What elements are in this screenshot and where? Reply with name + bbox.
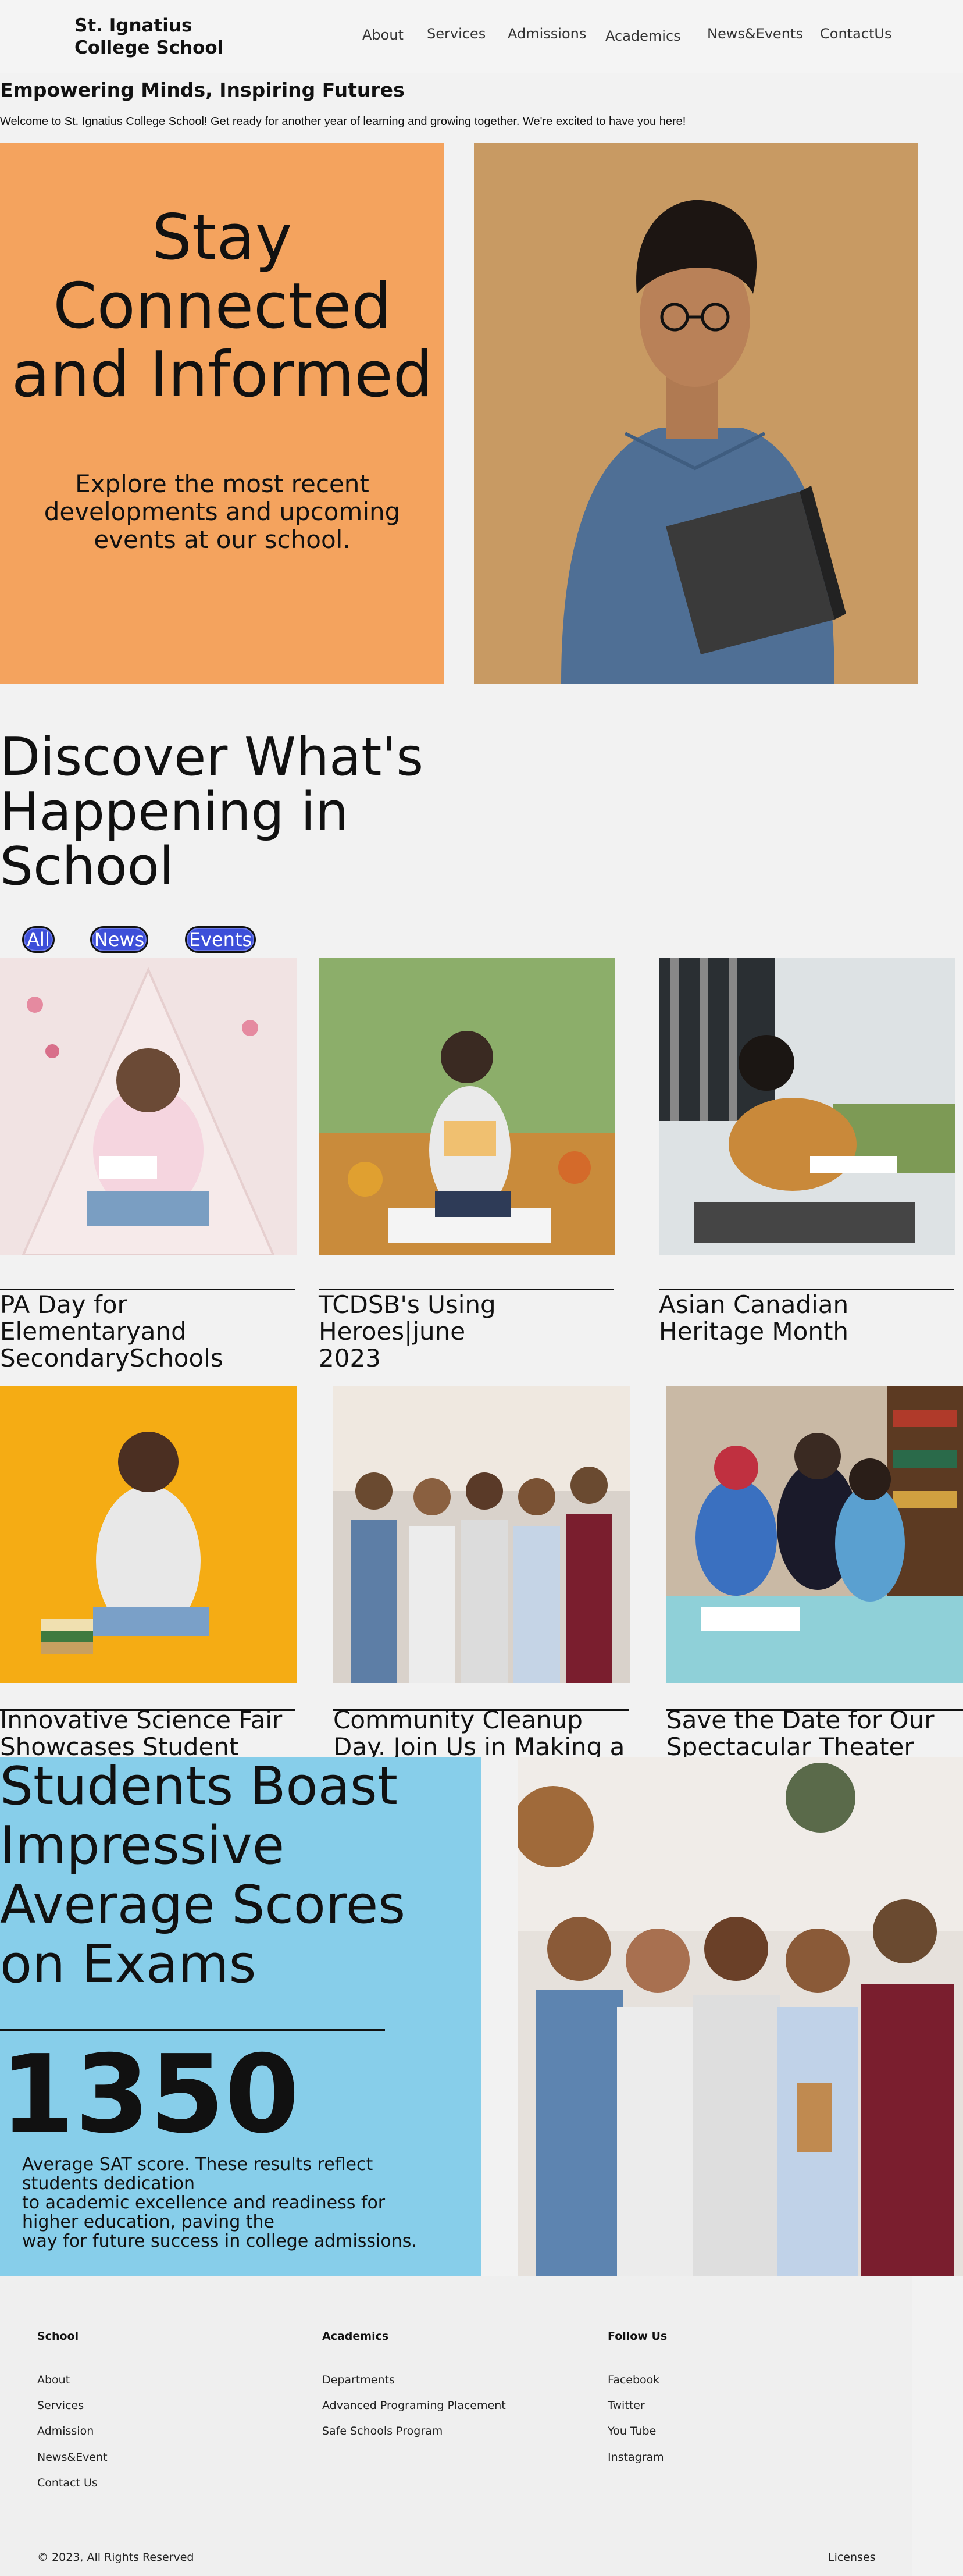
footer-link-news-event[interactable]: News&Event bbox=[37, 2451, 108, 2464]
news-card-image[interactable] bbox=[0, 1386, 297, 1683]
hero-title: Stay Connected and Informed bbox=[11, 201, 433, 411]
nav-services[interactable]: Services bbox=[427, 26, 486, 42]
stats-number: 1350 bbox=[0, 2031, 299, 2157]
footer-link-youtube[interactable]: You Tube bbox=[608, 2425, 656, 2438]
site-footer bbox=[0, 2276, 912, 2576]
stats-title: Students Boast Impressive Average Scores… bbox=[0, 1756, 406, 1995]
stats-description: Average SAT score. These results reflect… bbox=[22, 2154, 417, 2251]
footer-link-departments[interactable]: Departments bbox=[322, 2374, 395, 2386]
news-card-image[interactable] bbox=[659, 958, 955, 1255]
stats-image bbox=[518, 1757, 963, 2276]
hero-image bbox=[474, 143, 918, 684]
nav-news-events[interactable]: News&Events bbox=[707, 26, 803, 42]
school-logo[interactable]: St. Ignatius College School bbox=[74, 15, 226, 59]
footer-link-safe-schools[interactable]: Safe Schools Program bbox=[322, 2425, 443, 2438]
nav-about[interactable]: About bbox=[362, 27, 404, 43]
stats-divider bbox=[0, 2029, 385, 2031]
hero-subtitle: Explore the most recent developments and… bbox=[44, 469, 401, 554]
footer-link-facebook[interactable]: Facebook bbox=[608, 2374, 659, 2386]
filter-all[interactable]: All bbox=[22, 926, 55, 953]
news-card-image[interactable] bbox=[319, 958, 615, 1255]
footer-link-about[interactable]: About bbox=[37, 2374, 70, 2386]
nav-academics[interactable]: Academics bbox=[605, 28, 681, 44]
copyright-text: © 2023, All Rights Reserved bbox=[37, 2551, 194, 2564]
footer-link-services[interactable]: Services bbox=[37, 2399, 84, 2412]
footer-link-twitter[interactable]: Twitter bbox=[608, 2399, 645, 2412]
welcome-text: Welcome to St. Ignatius College School! … bbox=[0, 115, 686, 128]
site-header: St. Ignatius College School About Servic… bbox=[0, 0, 963, 73]
filter-news[interactable]: News bbox=[90, 926, 148, 953]
footer-link-ap[interactable]: Advanced Programing Placement bbox=[322, 2399, 506, 2412]
news-card-title[interactable]: Asian Canadian Heritage Month bbox=[659, 1291, 950, 1345]
filter-events[interactable]: Events bbox=[185, 926, 256, 953]
news-card-title[interactable]: TCDSB's Using Heroes|june 2023 bbox=[319, 1291, 528, 1372]
licenses-link[interactable]: Licenses bbox=[828, 2551, 876, 2564]
news-card-image[interactable] bbox=[0, 958, 297, 1255]
footer-link-admission[interactable]: Admission bbox=[37, 2425, 94, 2438]
tagline: Empowering Minds, Inspiring Futures bbox=[0, 79, 405, 101]
footer-link-contact[interactable]: Contact Us bbox=[37, 2477, 98, 2489]
news-card-title[interactable]: Save the Date for Our Spectacular Theate… bbox=[666, 1707, 957, 1760]
footer-link-instagram[interactable]: Instagram bbox=[608, 2451, 664, 2464]
footer-heading-school: School bbox=[37, 2330, 79, 2343]
footer-heading-follow: Follow Us bbox=[608, 2330, 668, 2343]
news-card-image[interactable] bbox=[666, 1386, 963, 1683]
news-card-image[interactable] bbox=[333, 1386, 630, 1683]
news-card-title[interactable]: PA Day for Elementaryand SecondarySchool… bbox=[0, 1291, 302, 1372]
footer-heading-academics: Academics bbox=[322, 2330, 389, 2343]
nav-contact[interactable]: ContactUs bbox=[820, 26, 891, 42]
nav-admissions[interactable]: Admissions bbox=[508, 26, 586, 42]
news-heading: Discover What's Happening in School bbox=[0, 727, 424, 897]
